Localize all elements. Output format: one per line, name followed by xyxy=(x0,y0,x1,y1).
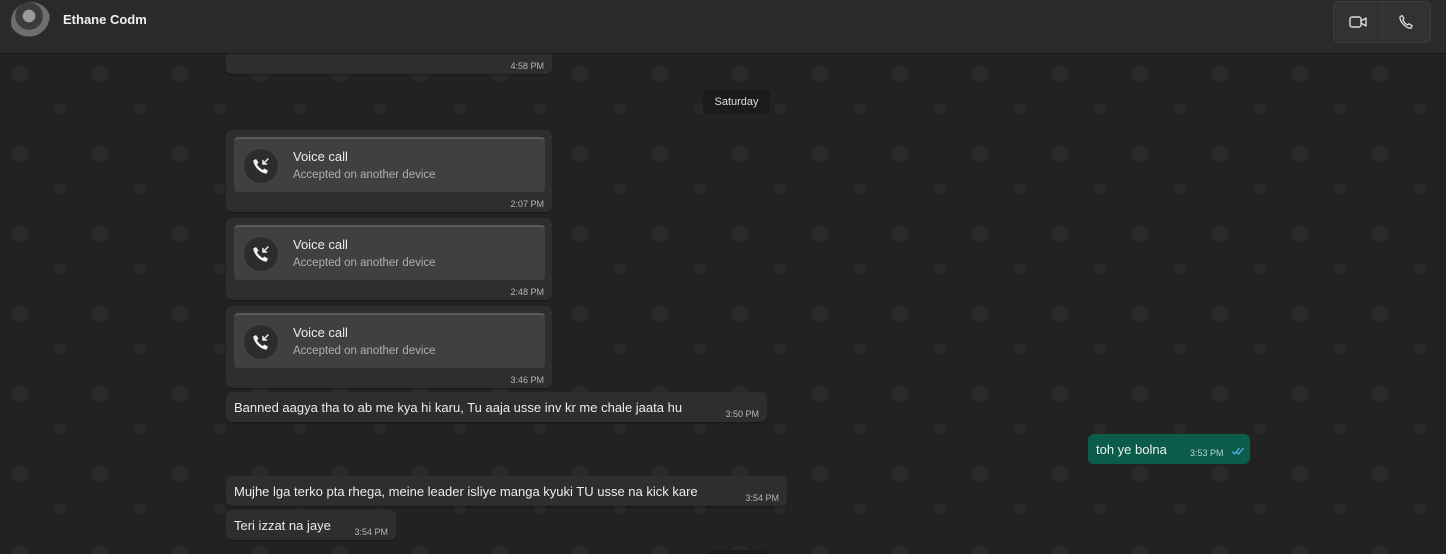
message-time: 4:58 PM xyxy=(510,61,544,71)
voice-call-button[interactable] xyxy=(1381,2,1431,42)
message-text: Banned aagya tha to ab me kya hi karu, T… xyxy=(234,400,683,415)
incoming-call-icon xyxy=(253,158,269,174)
message-text: Teri izzat na jaye xyxy=(234,518,331,533)
call-card[interactable]: Voice call Accepted on another device xyxy=(234,137,545,192)
message-time: 2:48 PM xyxy=(510,287,544,297)
call-card[interactable]: Voice call Accepted on another device xyxy=(234,225,545,280)
call-actions xyxy=(1333,1,1431,43)
call-message[interactable]: Voice call Accepted on another device 3:… xyxy=(226,306,552,388)
video-call-icon xyxy=(1349,16,1367,28)
call-status: Accepted on another device xyxy=(293,345,436,357)
incoming-call-icon xyxy=(253,246,269,262)
message-bubble-partial[interactable]: 4:58 PM xyxy=(226,54,552,74)
call-status: Accepted on another device xyxy=(293,169,436,181)
message-time: 3:46 PM xyxy=(510,375,544,385)
message-text: Mujhe lga terko pta rhega, meine leader … xyxy=(234,484,698,499)
contact-name[interactable]: Ethane Codm xyxy=(63,12,147,27)
call-title: Voice call xyxy=(293,237,348,252)
date-separator-partial xyxy=(708,550,766,554)
message-text: toh ye bolna xyxy=(1096,442,1167,457)
call-icon-circle xyxy=(244,237,278,271)
call-icon-circle xyxy=(244,149,278,183)
call-icon-circle xyxy=(244,325,278,359)
message-bubble-incoming[interactable]: Teri izzat na jaye 3:54 PM xyxy=(226,510,396,540)
message-bubble-outgoing[interactable]: toh ye bolna 3:53 PM xyxy=(1088,434,1250,464)
read-receipt-icon xyxy=(1231,447,1244,455)
call-status: Accepted on another device xyxy=(293,257,436,269)
message-time: 3:53 PM xyxy=(1190,448,1224,458)
chat-header: Ethane Codm xyxy=(0,0,1446,54)
call-title: Voice call xyxy=(293,325,348,340)
call-message[interactable]: Voice call Accepted on another device 2:… xyxy=(226,218,552,300)
avatar[interactable] xyxy=(11,2,51,42)
voice-call-icon xyxy=(1399,14,1414,29)
message-bubble-incoming[interactable]: Banned aagya tha to ab me kya hi karu, T… xyxy=(226,392,767,422)
video-call-button[interactable] xyxy=(1334,2,1382,42)
message-time: 3:54 PM xyxy=(745,493,779,503)
date-separator: Saturday xyxy=(703,90,770,114)
message-time: 3:50 PM xyxy=(725,409,759,419)
call-message[interactable]: Voice call Accepted on another device 2:… xyxy=(226,130,552,212)
message-time: 2:07 PM xyxy=(510,199,544,209)
call-card[interactable]: Voice call Accepted on another device xyxy=(234,313,545,368)
call-title: Voice call xyxy=(293,149,348,164)
incoming-call-icon xyxy=(253,334,269,350)
message-bubble-incoming[interactable]: Mujhe lga terko pta rhega, meine leader … xyxy=(226,476,787,506)
message-time: 3:54 PM xyxy=(354,527,388,537)
message-list[interactable]: 4:58 PM Saturday Voice call Accepted on … xyxy=(0,54,1446,554)
